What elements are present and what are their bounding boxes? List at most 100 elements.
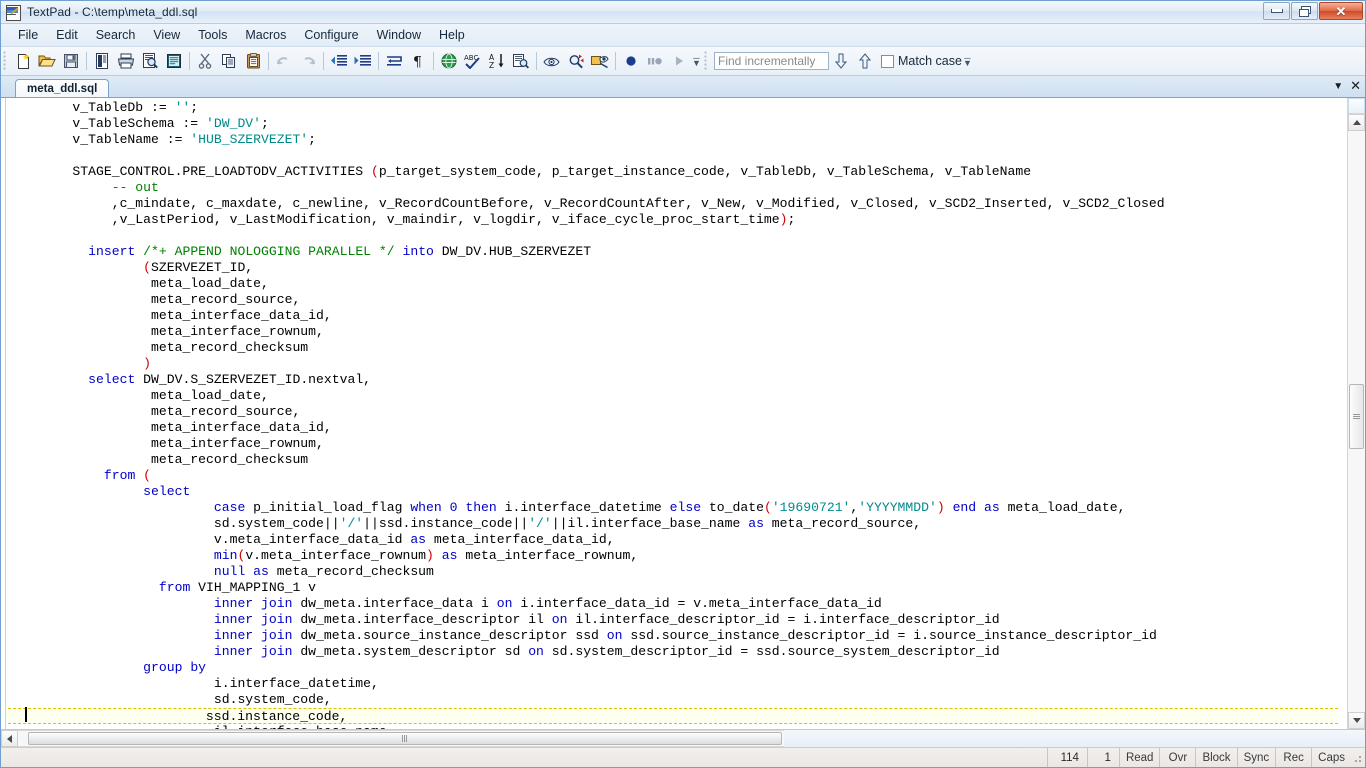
code-line[interactable]: v.meta_interface_data_id as meta_interfa… xyxy=(6,532,1338,548)
code-line[interactable]: group by xyxy=(6,660,1338,676)
vertical-scroll-thumb[interactable] xyxy=(1349,384,1364,449)
resize-grip[interactable] xyxy=(1351,748,1365,767)
paste-clipboard-icon[interactable] xyxy=(241,49,265,73)
scroll-left-button[interactable] xyxy=(1,730,18,747)
code-text[interactable]: v_TableDb := ''; v_TableSchema := 'DW_DV… xyxy=(6,100,1338,729)
open-folder-icon[interactable] xyxy=(35,49,59,73)
code-line[interactable]: il.interface_base_name xyxy=(6,724,1338,729)
menu-macros[interactable]: Macros xyxy=(236,26,295,45)
record-macro-icon[interactable] xyxy=(619,49,643,73)
menu-file[interactable]: File xyxy=(9,26,47,45)
globe-internet-icon[interactable] xyxy=(437,49,461,73)
vertical-scrollbar[interactable] xyxy=(1347,98,1365,729)
tab-list-icon[interactable]: ▼ xyxy=(1333,81,1343,92)
code-line[interactable]: sd.system_code||'/'||ssd.instance_code||… xyxy=(6,516,1338,532)
code-line[interactable]: meta_record_source, xyxy=(6,292,1338,308)
close-button[interactable]: ✕ xyxy=(1319,2,1363,20)
menu-tools[interactable]: Tools xyxy=(189,26,236,45)
scroll-up-button[interactable] xyxy=(1348,114,1365,131)
code-line[interactable]: from ( xyxy=(6,468,1338,484)
code-line[interactable]: meta_interface_rownum, xyxy=(6,436,1338,452)
new-document-icon[interactable] xyxy=(11,49,35,73)
tab-meta-ddl-sql[interactable]: meta_ddl.sql xyxy=(15,79,110,98)
find-in-files-icon[interactable] xyxy=(540,49,564,73)
code-line[interactable]: meta_load_date, xyxy=(6,388,1338,404)
horizontal-scroll-thumb[interactable] xyxy=(28,732,782,745)
minimize-button[interactable] xyxy=(1263,2,1290,20)
code-line[interactable]: null as meta_record_checksum xyxy=(6,564,1338,580)
save-disk-icon[interactable] xyxy=(59,49,83,73)
copy-icon[interactable] xyxy=(217,49,241,73)
menu-edit[interactable]: Edit xyxy=(47,26,87,45)
match-case-checkbox[interactable] xyxy=(881,54,894,68)
findbar-overflow-button[interactable]: ─ ▼ xyxy=(962,54,973,68)
code-line[interactable]: inner join dw_meta.interface_data i on i… xyxy=(6,596,1338,612)
toolbar-grip[interactable] xyxy=(3,51,8,71)
code-line[interactable]: ,v_LastPeriod, v_LastModification, v_mai… xyxy=(6,212,1338,228)
findbar-grip[interactable] xyxy=(704,51,709,71)
decrease-indent-icon[interactable] xyxy=(327,49,351,73)
menu-search[interactable]: Search xyxy=(87,26,145,45)
code-line[interactable]: inner join dw_meta.interface_descriptor … xyxy=(6,612,1338,628)
code-line[interactable]: STAGE_CONTROL.PRE_LOADTODV_ACTIVITIES (p… xyxy=(6,164,1338,180)
find-replace-icon[interactable] xyxy=(564,49,588,73)
code-line[interactable]: case p_initial_load_flag when 0 then i.i… xyxy=(6,500,1338,516)
tab-close-icon[interactable]: ✕ xyxy=(1350,78,1361,94)
code-line[interactable]: insert /*+ APPEND NOLOGGING PARALLEL */ … xyxy=(6,244,1338,260)
cut-scissors-icon[interactable] xyxy=(193,49,217,73)
find-next-button[interactable] xyxy=(829,49,853,73)
horizontal-scroll-track[interactable] xyxy=(18,730,784,747)
menu-configure[interactable]: Configure xyxy=(295,26,367,45)
word-wrap-icon[interactable] xyxy=(382,49,406,73)
code-line[interactable]: -- out xyxy=(6,180,1338,196)
status-caps-mode[interactable]: Caps xyxy=(1311,748,1351,767)
code-canvas[interactable]: v_TableDb := ''; v_TableSchema := 'DW_DV… xyxy=(6,98,1347,729)
code-line[interactable]: meta_record_checksum xyxy=(6,452,1338,468)
spell-check-icon[interactable]: ABC xyxy=(461,49,485,73)
code-line[interactable]: inner join dw_meta.source_instance_descr… xyxy=(6,628,1338,644)
print-preview-icon[interactable] xyxy=(138,49,162,73)
match-case-option[interactable]: Match case xyxy=(881,54,962,68)
play-macro-icon[interactable] xyxy=(667,49,691,73)
menu-window[interactable]: Window xyxy=(368,26,430,45)
menu-help[interactable]: Help xyxy=(430,26,474,45)
code-line[interactable]: v_TableDb := ''; xyxy=(6,100,1338,116)
search-input[interactable]: Find incrementally xyxy=(714,52,829,70)
status-rec-mode[interactable]: Rec xyxy=(1275,748,1311,767)
undo-arrow-icon[interactable] xyxy=(272,49,296,73)
code-line[interactable]: meta_record_checksum xyxy=(6,340,1338,356)
code-line[interactable]: sd.system_code, xyxy=(6,692,1338,708)
code-line[interactable]: ,c_mindate, c_maxdate, c_newline, v_Reco… xyxy=(6,196,1338,212)
status-block-mode[interactable]: Block xyxy=(1195,748,1236,767)
code-line[interactable]: meta_record_source, xyxy=(6,404,1338,420)
code-line[interactable]: v_TableName := 'HUB_SZERVEZET'; xyxy=(6,132,1338,148)
page-setup-icon[interactable] xyxy=(162,49,186,73)
scroll-down-button[interactable] xyxy=(1348,712,1365,729)
code-line[interactable]: i.interface_datetime, xyxy=(6,676,1338,692)
file-properties-icon[interactable] xyxy=(90,49,114,73)
code-line[interactable]: select xyxy=(6,484,1338,500)
code-line[interactable]: inner join dw_meta.system_descriptor sd … xyxy=(6,644,1338,660)
code-line[interactable]: select DW_DV.S_SZERVEZET_ID.nextval, xyxy=(6,372,1338,388)
code-line[interactable] xyxy=(6,148,1338,164)
compare-files-icon[interactable] xyxy=(509,49,533,73)
vertical-scroll-track[interactable] xyxy=(1348,131,1365,712)
code-line[interactable]: min(v.meta_interface_rownum) as meta_int… xyxy=(6,548,1338,564)
code-line[interactable]: from VIH_MAPPING_1 v xyxy=(6,580,1338,596)
find-prev-button[interactable] xyxy=(853,49,877,73)
code-line[interactable]: meta_load_date, xyxy=(6,276,1338,292)
restore-button[interactable] xyxy=(1291,2,1318,20)
code-line[interactable]: ) xyxy=(6,356,1338,372)
code-line[interactable] xyxy=(6,228,1338,244)
toolbar-overflow-button[interactable]: ─ ▼ xyxy=(691,54,702,68)
redo-arrow-icon[interactable] xyxy=(296,49,320,73)
menu-view[interactable]: View xyxy=(144,26,189,45)
code-line[interactable]: meta_interface_data_id, xyxy=(6,420,1338,436)
pause-macro-icon[interactable] xyxy=(643,49,667,73)
code-line[interactable]: meta_interface_data_id, xyxy=(6,308,1338,324)
sort-az-icon[interactable]: A Z xyxy=(485,49,509,73)
increase-indent-icon[interactable] xyxy=(351,49,375,73)
pilcrow-icon[interactable]: ¶ xyxy=(406,49,430,73)
status-overwrite-mode[interactable]: Ovr xyxy=(1159,748,1195,767)
bookmark-find-icon[interactable] xyxy=(588,49,612,73)
